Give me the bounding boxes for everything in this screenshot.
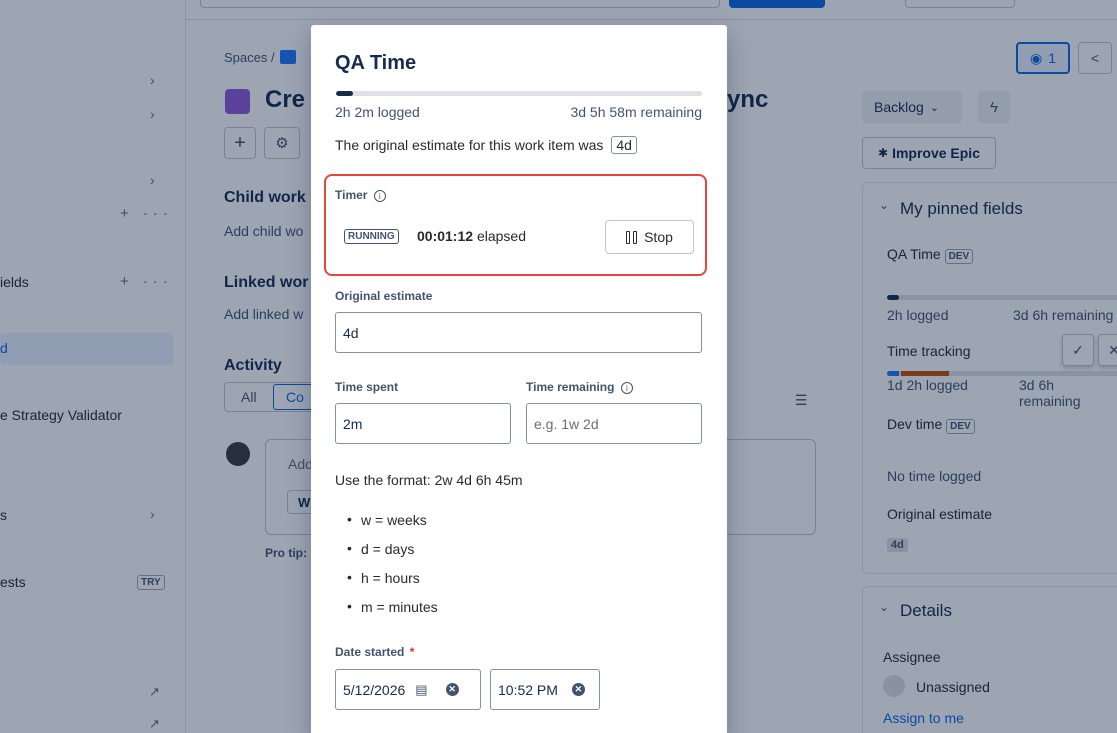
dialog-logged: 2h 2m logged: [335, 104, 420, 120]
required-mark: *: [409, 645, 415, 659]
stop-timer-button[interactable]: Stop: [605, 220, 694, 254]
qa-time-dialog: QA Time 2h 2m logged 3d 5h 58m remaining…: [311, 25, 727, 733]
clear-date-icon[interactable]: ✕: [445, 683, 459, 696]
info-icon[interactable]: i: [373, 190, 386, 202]
time-spent-label: Time spent: [335, 380, 399, 394]
dialog-title: QA Time: [335, 52, 417, 74]
unit-weeks: w = weeks: [347, 511, 427, 528]
unit-minutes: m = minutes: [347, 598, 438, 615]
time-value: 10:52 PM: [498, 681, 558, 698]
original-estimate-chip: 4d: [611, 136, 637, 154]
time-remaining-text: Time remaining: [526, 380, 615, 394]
date-value: 5/12/2026: [343, 681, 406, 698]
elapsed-value: 00:01:12: [417, 228, 474, 244]
dialog-progress: [336, 91, 702, 96]
time-input[interactable]: 10:52 PM ✕: [490, 669, 600, 710]
timer-label: Timer i: [335, 188, 386, 202]
original-estimate-input[interactable]: 4d: [335, 312, 702, 353]
format-hint: Use the format: 2w 4d 6h 45m: [335, 472, 523, 488]
elapsed-text: elapsed: [476, 228, 526, 244]
time-spent-input[interactable]: 2m: [335, 403, 511, 444]
timer-elapsed: 00:01:12 elapsed: [417, 228, 526, 244]
unit-hours: h = hours: [347, 569, 420, 586]
original-estimate-sentence: The original estimate for this work item…: [335, 136, 637, 154]
dialog-remaining: 3d 5h 58m remaining: [570, 104, 702, 120]
time-remaining-input[interactable]: e.g. 1w 2d: [526, 403, 702, 444]
timer-status-badge: RUNNING: [344, 229, 399, 244]
unit-days: d = days: [347, 540, 414, 557]
timer-label-text: Timer: [335, 188, 368, 202]
original-estimate-label: Original estimate: [335, 289, 433, 303]
stop-label: Stop: [644, 229, 673, 245]
date-started-text: Date started: [335, 645, 405, 659]
time-remaining-label: Time remaining i: [526, 380, 633, 394]
clear-time-icon[interactable]: ✕: [571, 683, 585, 696]
info-icon[interactable]: i: [620, 382, 633, 394]
calendar-icon[interactable]: ▤: [415, 682, 427, 698]
pause-icon: [626, 230, 638, 244]
date-input[interactable]: 5/12/2026 ▤ ✕: [335, 669, 481, 710]
date-started-label: Date started *: [335, 645, 414, 659]
original-estimate-text: The original estimate for this work item…: [335, 137, 604, 153]
